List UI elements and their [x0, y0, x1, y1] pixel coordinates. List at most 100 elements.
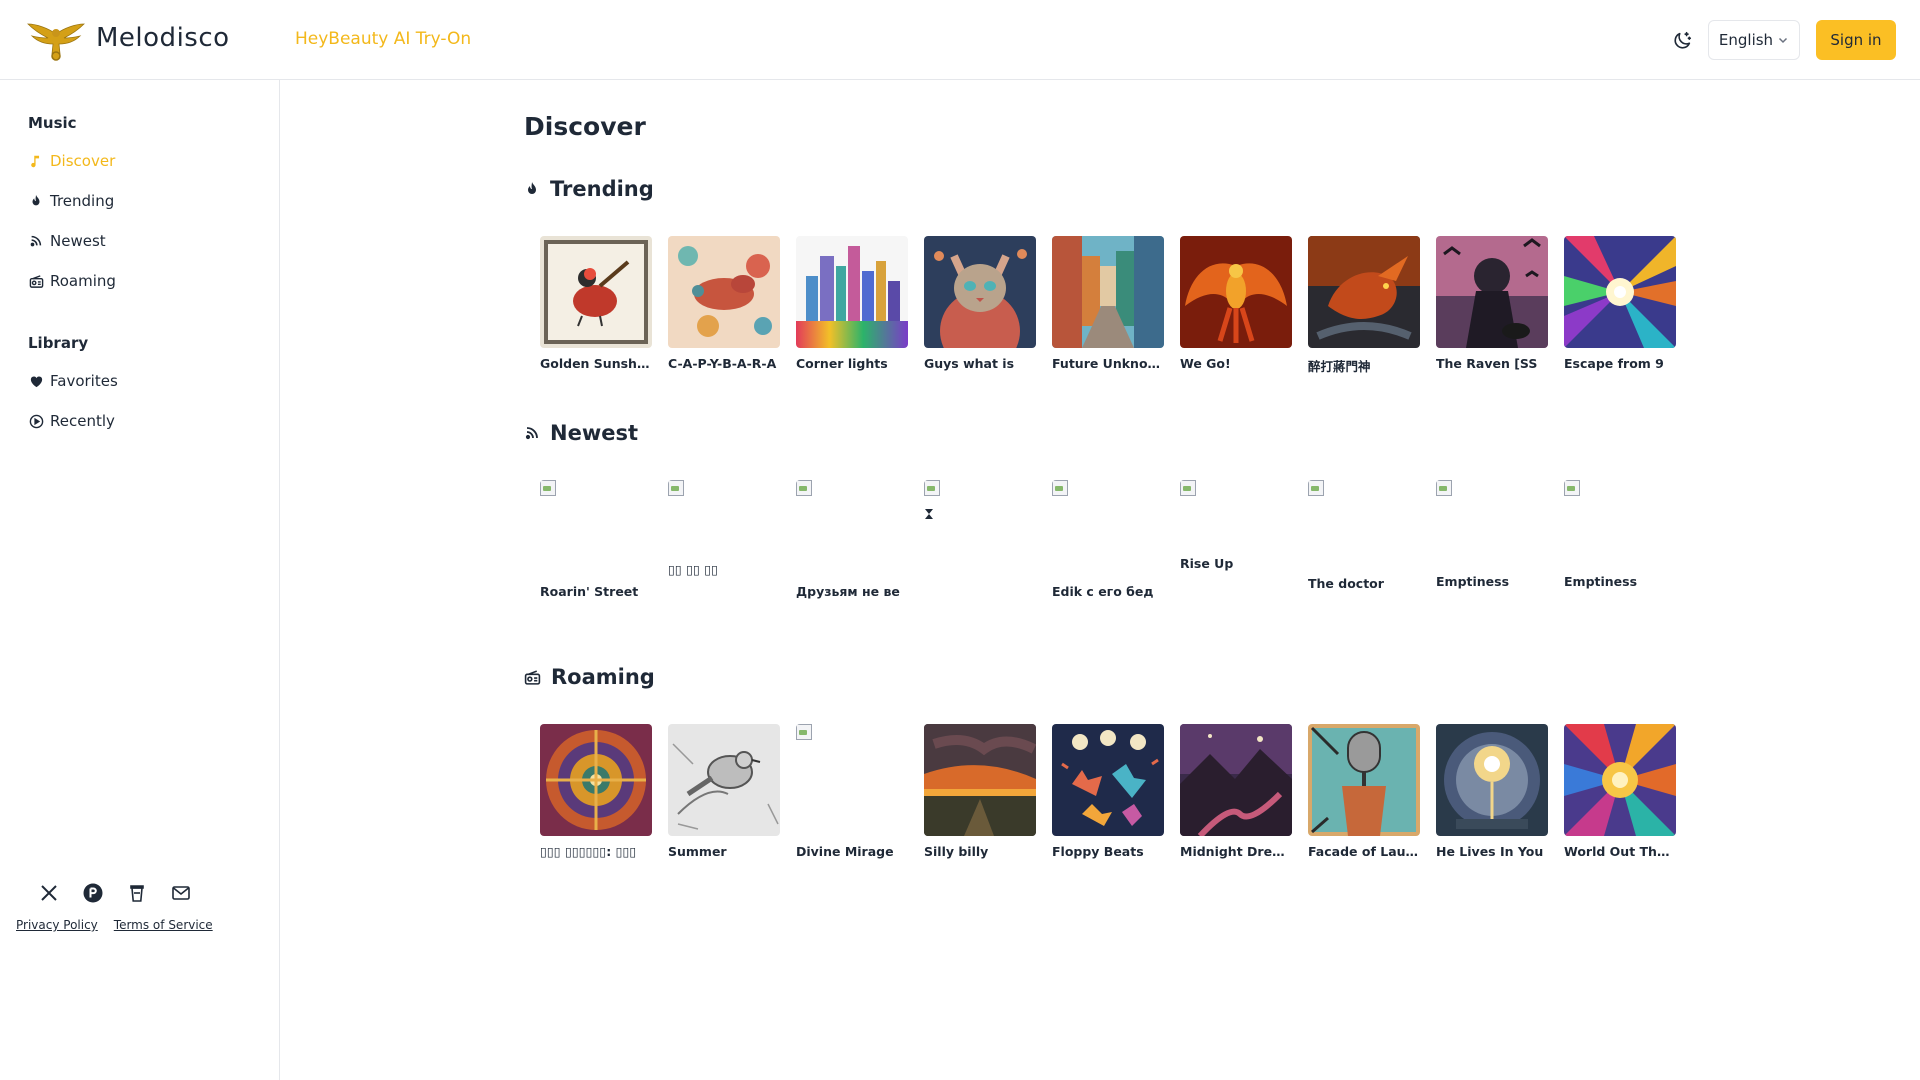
song-title: The Raven [SS — [1436, 356, 1538, 371]
cover-image[interactable] — [924, 724, 1036, 836]
language-select[interactable]: English — [1708, 20, 1800, 60]
section-title-trending: Trending — [524, 177, 654, 201]
song-card[interactable]: Guys what is — [924, 236, 1036, 375]
song-title: Corner lights — [796, 356, 888, 371]
cover-image[interactable] — [1436, 724, 1548, 836]
song-card[interactable]: The Raven [SS — [1436, 236, 1548, 375]
song-title: Future Unknown — [1052, 356, 1164, 371]
song-card[interactable]: He Lives In You — [1436, 724, 1548, 859]
chevron-down-icon — [1779, 37, 1788, 44]
cover-image[interactable] — [1436, 236, 1548, 348]
song-card[interactable]: Summer — [668, 724, 780, 859]
sidebar-item-newest[interactable]: Newest — [28, 226, 106, 256]
sidebar-item-label: Recently — [50, 412, 115, 430]
song-card[interactable]: World Out There — [1564, 724, 1676, 859]
song-title: ▯▯ ▯▯ ▯▯ — [668, 562, 718, 577]
terms-of-service-link[interactable]: Terms of Service — [114, 918, 213, 932]
broken-image-icon[interactable] — [1180, 480, 1292, 548]
x-icon[interactable] — [38, 882, 60, 904]
song-card[interactable]: Друзьям не ве — [796, 480, 908, 599]
cover-image[interactable] — [924, 236, 1036, 348]
song-title: We Go! — [1180, 356, 1231, 371]
music-note-icon — [28, 153, 44, 169]
section-title-newest: Newest — [524, 421, 638, 445]
sign-in-button[interactable]: Sign in — [1816, 20, 1896, 60]
song-card[interactable]: Divine Mirage — [796, 724, 908, 859]
song-card[interactable]: Silly billy — [924, 724, 1036, 859]
mail-icon[interactable] — [170, 882, 192, 904]
cover-image[interactable] — [668, 724, 780, 836]
cover-image[interactable] — [1180, 724, 1292, 836]
sidebar-item-label: Trending — [50, 192, 115, 210]
broken-image-icon[interactable] — [668, 480, 780, 554]
song-card[interactable]: Midnight Dreams — [1180, 724, 1292, 859]
song-title: Escape from 9 — [1564, 356, 1664, 371]
broken-image-icon[interactable] — [540, 480, 652, 576]
newest-row: Roarin' Street ▯▯ ▯▯ ▯▯ Друзьям не ве Ed… — [540, 480, 1676, 599]
cover-image[interactable] — [540, 236, 652, 348]
song-card[interactable]: Floppy Beats — [1052, 724, 1164, 859]
cover-image[interactable] — [1052, 236, 1164, 348]
song-title: Divine Mirage — [796, 844, 894, 859]
sidebar-item-discover[interactable]: Discover — [28, 146, 115, 176]
privacy-policy-link[interactable]: Privacy Policy — [16, 918, 98, 932]
cover-image[interactable] — [668, 236, 780, 348]
coffee-icon[interactable] — [126, 882, 148, 904]
song-card[interactable] — [924, 480, 1036, 523]
heybeauty-link[interactable]: HeyBeauty AI Try-On — [295, 29, 471, 49]
broken-image-icon[interactable] — [1564, 480, 1676, 566]
broken-image-icon[interactable] — [1308, 480, 1420, 568]
song-card[interactable]: The doctor — [1308, 480, 1420, 591]
cover-image[interactable] — [1308, 724, 1420, 836]
song-card[interactable]: Roarin' Street — [540, 480, 652, 599]
cover-image[interactable] — [1564, 236, 1676, 348]
cover-image[interactable] — [796, 236, 908, 348]
song-card[interactable]: Emptiness — [1436, 480, 1548, 589]
cover-image[interactable] — [1052, 724, 1164, 836]
song-title: Edik с его бед — [1052, 584, 1154, 599]
song-card[interactable]: Edik с его бед — [1052, 480, 1164, 599]
song-card[interactable]: Emptiness — [1564, 480, 1676, 589]
song-card[interactable]: Corner lights — [796, 236, 908, 375]
song-card[interactable]: Golden Sunshine — [540, 236, 652, 375]
broken-image-icon[interactable] — [796, 480, 908, 576]
sidebar-item-trending[interactable]: Trending — [28, 186, 114, 216]
sidebar-item-favorites[interactable]: Favorites — [28, 366, 118, 396]
song-title: Summer — [668, 844, 727, 859]
song-card[interactable]: Escape from 9 — [1564, 236, 1676, 375]
song-card[interactable]: C-A-P-Y-B-A-R-A — [668, 236, 780, 375]
song-card[interactable]: Rise Up — [1180, 480, 1292, 571]
broken-image-icon[interactable] — [924, 480, 1036, 508]
song-card[interactable]: 醉打蔣門神 — [1308, 236, 1420, 375]
flame-icon — [28, 193, 44, 209]
song-card[interactable]: ▯▯ ▯▯ ▯▯ — [668, 480, 780, 577]
footer-links: Privacy Policy Terms of Service — [16, 918, 213, 932]
music-section-title: Music — [28, 114, 77, 132]
sidebar-item-label: Favorites — [50, 372, 118, 390]
cover-image[interactable] — [1308, 236, 1420, 348]
song-card[interactable]: ▯▯▯ ▯▯▯▯▯▯: ▯▯▯ — [540, 724, 652, 859]
product-hunt-icon[interactable] — [82, 882, 104, 904]
cover-image[interactable] — [1180, 236, 1292, 348]
song-title: Silly billy — [924, 844, 989, 859]
section-title-roaming: Roaming — [524, 665, 655, 689]
cover-image[interactable] — [540, 724, 652, 836]
song-title: Rise Up — [1180, 556, 1234, 571]
logo-eagle-icon[interactable] — [26, 20, 86, 62]
broken-image-icon[interactable] — [1436, 480, 1548, 566]
sidebar-item-roaming[interactable]: Roaming — [28, 266, 116, 296]
song-card[interactable]: Facade of Laughter — [1308, 724, 1420, 859]
radio-icon — [524, 669, 541, 685]
broken-image-icon[interactable] — [1052, 480, 1164, 576]
heart-icon — [28, 373, 44, 389]
brand-name[interactable]: Melodisco — [96, 23, 230, 53]
song-card[interactable]: Future Unknown — [1052, 236, 1164, 375]
sidebar-item-recently[interactable]: Recently — [28, 406, 115, 436]
broken-image-icon[interactable] — [796, 724, 908, 836]
song-card[interactable]: We Go! — [1180, 236, 1292, 375]
theme-toggle-button[interactable] — [1669, 28, 1695, 54]
hourglass-icon — [925, 509, 933, 519]
moon-icon — [1674, 31, 1692, 49]
section-title-label: Roaming — [551, 665, 655, 689]
cover-image[interactable] — [1564, 724, 1676, 836]
